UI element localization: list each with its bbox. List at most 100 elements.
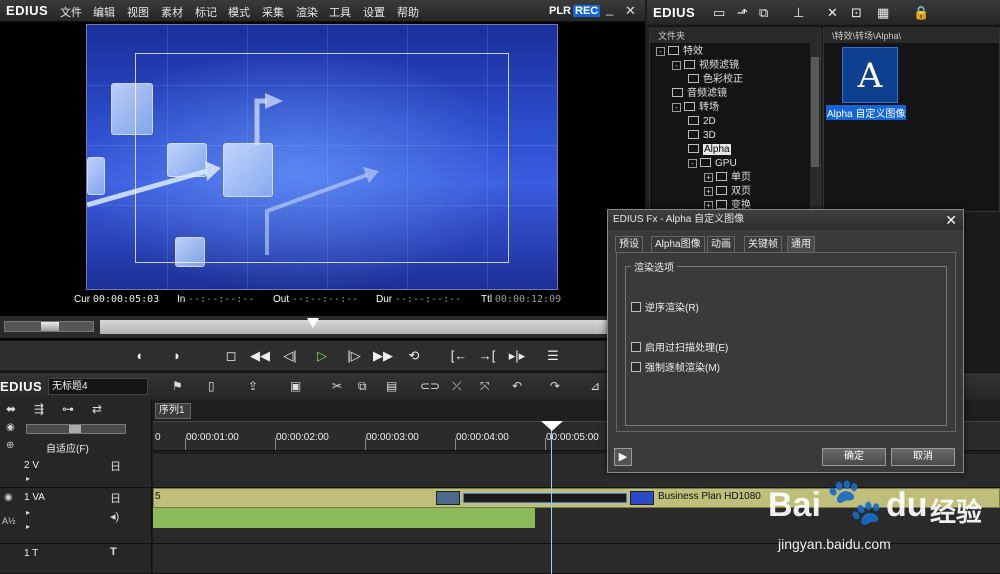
- ripple-delete-icon[interactable]: ⤧: [480, 379, 490, 394]
- minimize-icon[interactable]: _: [606, 1, 613, 16]
- track-mode-icon[interactable]: 日: [110, 458, 121, 474]
- play-icon[interactable]: ▷: [312, 346, 332, 366]
- redo-icon[interactable]: ↷: [550, 379, 560, 393]
- timeline-playhead[interactable]: [551, 421, 552, 574]
- stop-icon[interactable]: ◻: [222, 346, 240, 366]
- rewind-icon[interactable]: ◀◀: [248, 346, 272, 366]
- menu-file[interactable]: 文件: [60, 4, 82, 20]
- tree-scrollbar[interactable]: [810, 43, 820, 211]
- expander-icon[interactable]: +: [704, 173, 713, 182]
- plr-mode-button[interactable]: PLR: [549, 5, 571, 17]
- overscan-option[interactable]: 启用过扫描处理(E): [631, 339, 728, 354]
- visible-toggle-icon[interactable]: ◉: [4, 492, 13, 503]
- menu-tools[interactable]: 工具: [329, 4, 351, 20]
- alpha-clip-thumbnail[interactable]: A: [842, 47, 898, 103]
- tree-item[interactable]: + 单页: [704, 171, 751, 185]
- insert-to-timeline-icon[interactable]: [←: [448, 346, 470, 366]
- tree-item[interactable]: 3D: [688, 129, 716, 143]
- tree-item[interactable]: 色彩校正: [688, 73, 743, 87]
- tree-item[interactable]: 2D: [688, 115, 716, 129]
- frame-render-checkbox[interactable]: [631, 362, 641, 372]
- loop-icon[interactable]: ⟲: [404, 346, 424, 366]
- open-icon[interactable]: ⇪: [248, 379, 258, 393]
- marker-icon[interactable]: ⊿: [590, 379, 600, 393]
- undo-icon[interactable]: ↶: [512, 379, 522, 393]
- fit-dropdown[interactable]: 自适应(F): [46, 440, 89, 455]
- delete-icon[interactable]: ✕: [827, 5, 838, 21]
- track-header-2v[interactable]: 2 V 日 ▸: [0, 454, 152, 488]
- title-track-icon[interactable]: T: [110, 546, 117, 558]
- cut-icon[interactable]: ✂: [332, 379, 342, 393]
- fast-forward-icon[interactable]: ▶▶: [370, 346, 396, 366]
- new-icon[interactable]: ▯: [208, 379, 215, 393]
- audio-clip[interactable]: [153, 508, 535, 528]
- tree-item[interactable]: 音频滤镜: [672, 87, 727, 101]
- dialog-close-icon[interactable]: ✕: [945, 212, 957, 229]
- tree-item[interactable]: Alpha: [688, 143, 731, 157]
- track-tool-icon[interactable]: ⇶: [34, 402, 44, 416]
- save-icon[interactable]: ▣: [290, 379, 301, 393]
- tab-animation[interactable]: 动画: [707, 236, 735, 252]
- speaker-icon[interactable]: ◂): [110, 510, 119, 523]
- close-icon[interactable]: ✕: [625, 3, 636, 19]
- sequence-tab[interactable]: 序列1: [155, 403, 191, 419]
- expander-icon[interactable]: -: [656, 47, 665, 56]
- trim-icon[interactable]: ▸|▸: [506, 346, 528, 366]
- set-out-icon[interactable]: ◗: [166, 346, 188, 366]
- step-back-icon[interactable]: ◁|: [280, 346, 300, 366]
- menu-view[interactable]: 视图: [127, 4, 149, 20]
- lock-track-icon[interactable]: ⊕: [6, 440, 14, 451]
- alpha-clip-caption[interactable]: Alpha 自定义图像: [826, 105, 907, 120]
- reverse-render-checkbox[interactable]: [631, 302, 641, 312]
- properties-icon[interactable]: ⊡: [851, 5, 862, 21]
- sequence-name-field[interactable]: 无标题4: [48, 378, 148, 395]
- expander-icon[interactable]: +: [704, 187, 713, 196]
- cancel-button[interactable]: 取消: [891, 448, 955, 466]
- tree-item[interactable]: - 特效: [656, 45, 703, 59]
- delete-clip-icon[interactable]: ⤫: [452, 379, 462, 394]
- timeline-playhead-handle[interactable]: [541, 421, 563, 431]
- menu-capture[interactable]: 采集: [262, 4, 284, 20]
- tab-general[interactable]: 通用: [787, 236, 815, 252]
- paste-icon[interactable]: ▤: [386, 379, 397, 393]
- new-folder-icon[interactable]: ⧉: [759, 5, 768, 21]
- track-mode-icon[interactable]: 日: [110, 490, 121, 506]
- tab-preset[interactable]: 预设: [615, 236, 643, 252]
- ok-button[interactable]: 确定: [822, 448, 886, 466]
- tab-keyframe[interactable]: 关键帧: [744, 236, 782, 252]
- position-slider[interactable]: [100, 318, 645, 334]
- menu-clip[interactable]: 素材: [161, 4, 183, 20]
- player-playhead-marker[interactable]: [306, 318, 319, 328]
- reverse-render-option[interactable]: 逆序渲染(R): [631, 299, 699, 314]
- set-in-icon[interactable]: ◖: [128, 346, 150, 366]
- audio-channel-icon[interactable]: A½: [2, 516, 16, 526]
- frame-render-option[interactable]: 强制逐帧渲染(M): [631, 359, 720, 374]
- visible-toggle-icon[interactable]: ◉: [6, 422, 15, 433]
- lock-icon[interactable]: 🔒: [913, 5, 929, 21]
- overwrite-to-timeline-icon[interactable]: →[: [476, 346, 498, 366]
- add-icon[interactable]: ⊥: [793, 5, 804, 21]
- shuttle-slider[interactable]: [4, 321, 94, 332]
- expander-icon[interactable]: -: [672, 103, 681, 112]
- tree-item[interactable]: + 双页: [704, 185, 751, 199]
- overscan-checkbox[interactable]: [631, 342, 641, 352]
- menu-marker[interactable]: 标记: [195, 4, 217, 20]
- link-icon[interactable]: ⊂⊃: [420, 379, 440, 393]
- menu-render[interactable]: 渲染: [296, 4, 318, 20]
- rec-mode-button[interactable]: REC: [573, 5, 601, 17]
- zoom-slider[interactable]: [26, 424, 126, 434]
- track-header-1va[interactable]: 1 VA 日 ◂) ◉ A½ ▸ ▸: [0, 488, 152, 544]
- folder-icon[interactable]: ▭: [713, 5, 725, 21]
- transition-bar[interactable]: [463, 493, 627, 503]
- expander-icon[interactable]: -: [688, 159, 697, 168]
- menu-mode[interactable]: 模式: [228, 4, 250, 20]
- menu-help[interactable]: 帮助: [397, 4, 419, 20]
- expand-arrow-icon[interactable]: ▸: [26, 508, 30, 517]
- track-tool-icon[interactable]: ⊶: [62, 402, 74, 416]
- tab-alpha-image[interactable]: Alpha图像: [651, 236, 705, 252]
- view-mode-icon[interactable]: ▦: [877, 5, 889, 21]
- menu-edit[interactable]: 编辑: [93, 4, 115, 20]
- tree-item[interactable]: - 视频滤镜: [672, 59, 739, 73]
- track-tool-icon[interactable]: ⬌: [6, 402, 16, 416]
- up-folder-icon[interactable]: ⬏: [737, 5, 748, 21]
